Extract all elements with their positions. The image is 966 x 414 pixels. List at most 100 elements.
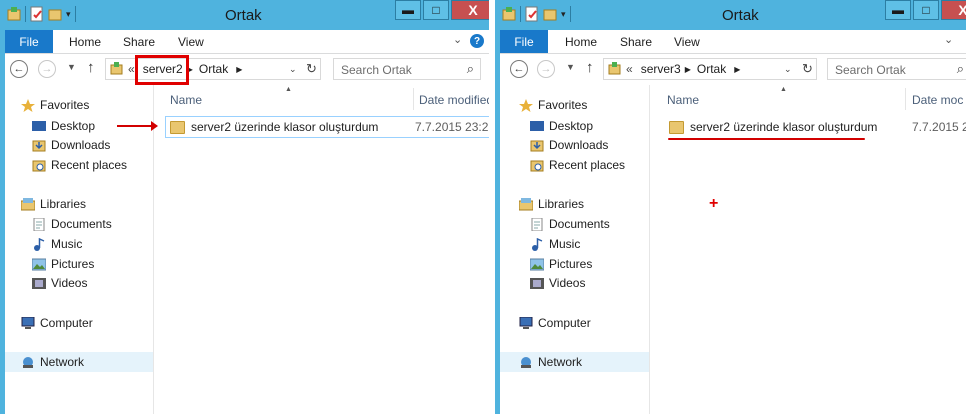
nav-label: Music xyxy=(51,237,83,251)
tab-file[interactable]: File xyxy=(5,30,53,53)
nav-favorites[interactable]: Favorites xyxy=(21,98,89,112)
recent-locations-icon[interactable]: ▼ xyxy=(67,62,76,72)
maximize-button[interactable]: □ xyxy=(423,0,449,20)
nav-network[interactable]: Network xyxy=(5,352,153,372)
file-row[interactable]: server2 üzerinde klasor oluşturdum 7.7.2… xyxy=(165,116,489,138)
ribbon-tabs: File Home Share View ⌄ xyxy=(500,30,966,54)
address-bar[interactable]: « server3 ▶ Ortak ▶ ⌄ ↻ xyxy=(603,58,817,80)
search-icon[interactable]: ⌕ xyxy=(957,61,964,77)
nav-downloads[interactable]: Downloads xyxy=(530,138,608,152)
toolbar-divider xyxy=(74,6,76,22)
up-arrow-icon[interactable]: ↑ xyxy=(87,59,95,76)
search-input[interactable]: Search Ortak ⌕ xyxy=(827,58,966,80)
expand-ribbon-icon[interactable]: ⌄ xyxy=(453,33,462,46)
nav-downloads[interactable]: Downloads xyxy=(32,138,110,152)
cursor-crosshair-icon: + xyxy=(709,195,719,212)
back-icon[interactable]: ← xyxy=(10,60,28,78)
column-header-name[interactable]: Name xyxy=(170,85,410,111)
tab-home[interactable]: Home xyxy=(69,35,101,49)
close-button[interactable]: X xyxy=(451,0,489,20)
nav-videos[interactable]: Videos xyxy=(530,276,585,290)
navigation-bar: ← → ▼ ↑ « server3 ▶ Ortak ▶ ⌄ ↻ Search O… xyxy=(500,54,966,85)
network-icon xyxy=(21,356,35,369)
customize-toolbar-icon[interactable]: ▾ xyxy=(66,9,71,20)
breadcrumb-server3[interactable]: server3 xyxy=(641,62,681,76)
properties-icon[interactable] xyxy=(525,6,539,22)
up-arrow-icon[interactable]: ↑ xyxy=(586,59,594,76)
nav-libraries[interactable]: Libraries xyxy=(20,197,86,211)
nav-documents[interactable]: Documents xyxy=(530,217,610,231)
recent-locations-icon[interactable]: ▼ xyxy=(566,62,575,72)
nav-pictures[interactable]: Pictures xyxy=(529,257,592,271)
column-header-date[interactable]: Date moc xyxy=(912,85,966,111)
breadcrumb-separator-icon[interactable]: ▶ xyxy=(685,65,691,74)
nav-label: Documents xyxy=(51,217,112,231)
tab-share[interactable]: Share xyxy=(620,35,652,49)
tab-home[interactable]: Home xyxy=(565,35,597,49)
column-header-date[interactable]: Date modified xyxy=(419,85,489,111)
nav-label: Pictures xyxy=(51,257,95,271)
videos-icon xyxy=(530,277,544,290)
close-button[interactable]: X xyxy=(941,0,966,20)
forward-icon[interactable]: → xyxy=(537,60,555,78)
tab-file[interactable]: File xyxy=(500,30,548,53)
search-icon[interactable]: ⌕ xyxy=(467,61,474,77)
nav-favorites[interactable]: Favorites xyxy=(519,98,587,112)
breadcrumb-ortak[interactable]: Ortak xyxy=(199,62,228,76)
new-folder-icon[interactable] xyxy=(48,6,62,22)
back-icon[interactable]: ← xyxy=(510,60,528,78)
refresh-icon[interactable]: ↻ xyxy=(306,61,317,77)
breadcrumb-overflow[interactable]: « xyxy=(626,62,633,76)
address-dropdown-icon[interactable]: ⌄ xyxy=(289,64,297,75)
nav-music[interactable]: Music xyxy=(32,237,82,251)
nav-label: Downloads xyxy=(549,138,609,152)
explorer-window-left: ▾ Ortak ▬ □ X File Home Share View ⌄ ? ←… xyxy=(0,0,489,414)
breadcrumb-overflow[interactable]: « xyxy=(128,62,135,76)
file-row[interactable]: server2 üzerinde klasor oluşturdum 7.7.2… xyxy=(665,116,966,138)
quick-access-toolbar: ▾ xyxy=(7,6,76,22)
breadcrumb-separator-icon[interactable]: ▶ xyxy=(236,65,242,74)
nav-recent-places[interactable]: Recent places xyxy=(530,158,625,172)
column-divider[interactable] xyxy=(905,88,906,110)
nav-computer[interactable]: Computer xyxy=(519,316,591,330)
help-icon[interactable]: ? xyxy=(470,34,484,48)
tab-share[interactable]: Share xyxy=(123,35,155,49)
expand-ribbon-icon[interactable]: ⌄ xyxy=(944,33,953,46)
nav-computer[interactable]: Computer xyxy=(21,316,93,330)
column-divider[interactable] xyxy=(413,88,414,110)
downloads-icon xyxy=(32,139,46,152)
nav-network[interactable]: Network xyxy=(500,352,649,372)
customize-toolbar-icon[interactable]: ▾ xyxy=(561,9,566,20)
recent-places-icon xyxy=(32,159,46,172)
column-header-name[interactable]: Name xyxy=(667,85,902,111)
highlight-box-annotation xyxy=(135,55,189,85)
nav-libraries[interactable]: Libraries xyxy=(518,197,584,211)
breadcrumb-ortak[interactable]: Ortak xyxy=(697,62,726,76)
tab-view[interactable]: View xyxy=(178,35,204,49)
folder-app-icon xyxy=(7,6,21,22)
nav-label: Videos xyxy=(549,276,586,290)
recent-places-icon xyxy=(530,159,544,172)
music-icon xyxy=(32,237,46,251)
address-dropdown-icon[interactable]: ⌄ xyxy=(784,64,792,75)
nav-documents[interactable]: Documents xyxy=(32,217,112,231)
location-icon xyxy=(608,61,621,78)
nav-recent-places[interactable]: Recent places xyxy=(32,158,127,172)
nav-pictures[interactable]: Pictures xyxy=(31,257,95,271)
nav-desktop[interactable]: Desktop xyxy=(32,119,95,133)
nav-desktop[interactable]: Desktop xyxy=(530,119,593,133)
minimize-button[interactable]: ▬ xyxy=(885,0,911,20)
nav-videos[interactable]: Videos xyxy=(32,276,87,290)
tab-view[interactable]: View xyxy=(674,35,700,49)
breadcrumb-separator-icon[interactable]: ▶ xyxy=(734,65,740,74)
properties-icon[interactable] xyxy=(30,6,44,22)
minimize-button[interactable]: ▬ xyxy=(395,0,421,20)
nav-music[interactable]: Music xyxy=(530,237,580,251)
new-folder-icon[interactable] xyxy=(543,6,557,22)
nav-label: Recent places xyxy=(549,158,626,172)
music-icon xyxy=(530,237,544,251)
search-input[interactable]: Search Ortak ⌕ xyxy=(333,58,481,80)
refresh-icon[interactable]: ↻ xyxy=(802,61,813,77)
forward-icon[interactable]: → xyxy=(38,60,56,78)
maximize-button[interactable]: □ xyxy=(913,0,939,20)
